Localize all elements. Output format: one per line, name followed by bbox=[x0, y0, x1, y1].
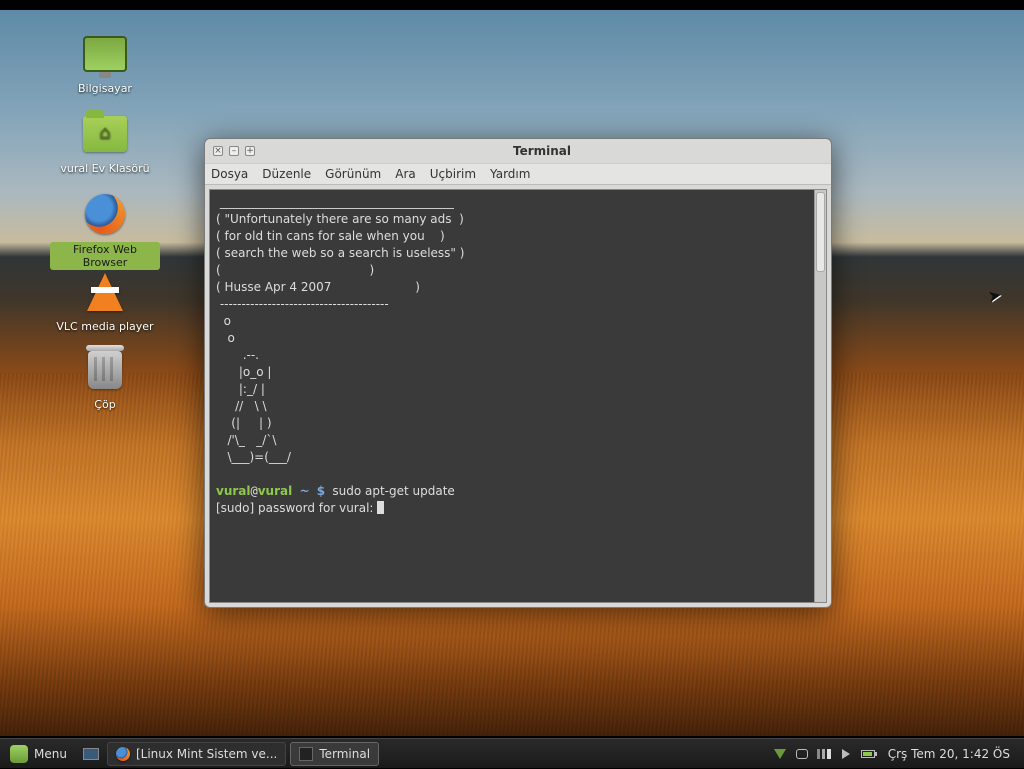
menu-duzenle[interactable]: Düzenle bbox=[262, 167, 311, 181]
monitor-icon bbox=[83, 36, 127, 72]
menu-yardim[interactable]: Yardım bbox=[490, 167, 530, 181]
folder-icon bbox=[83, 116, 127, 152]
window-title: Terminal bbox=[261, 144, 823, 158]
prompt-user: vural bbox=[216, 484, 251, 498]
terminal-command: sudo apt-get update bbox=[332, 484, 454, 498]
menu-button[interactable]: Menu bbox=[0, 739, 77, 769]
desktop-icon-home[interactable]: vural Ev Klasörü bbox=[55, 110, 155, 175]
show-desktop-button[interactable] bbox=[77, 739, 105, 769]
prompt-path: ~ bbox=[299, 484, 309, 498]
menu-gorunum[interactable]: Görünüm bbox=[325, 167, 381, 181]
terminal-menubar: Dosya Düzenle Görünüm Ara Uçbirim Yardım bbox=[205, 163, 831, 185]
tray-update-icon[interactable] bbox=[772, 746, 788, 762]
vlc-icon bbox=[87, 273, 123, 311]
menu-ara[interactable]: Ara bbox=[395, 167, 416, 181]
menu-ucbirim[interactable]: Uçbirim bbox=[430, 167, 476, 181]
desktop-icon-label: Firefox Web Browser bbox=[50, 242, 160, 270]
prompt-symbol: $ bbox=[317, 484, 325, 498]
desktop-icon-vlc[interactable]: VLC media player bbox=[55, 268, 155, 333]
desktop-icon-label: Bilgisayar bbox=[78, 82, 132, 95]
terminal-output[interactable]: _______________________________________ … bbox=[209, 189, 827, 603]
tray-volume-icon[interactable] bbox=[838, 746, 854, 762]
trash-icon bbox=[88, 351, 122, 389]
window-maximize-button[interactable]: + bbox=[245, 146, 255, 156]
firefox-icon bbox=[85, 194, 125, 234]
task-firefox[interactable]: [Linux Mint Sistem ve... bbox=[107, 742, 286, 766]
menu-dosya[interactable]: Dosya bbox=[211, 167, 248, 181]
desktop-icon-trash[interactable]: Çöp bbox=[55, 346, 155, 411]
window-minimize-button[interactable]: – bbox=[229, 146, 239, 156]
task-label: Terminal bbox=[319, 747, 370, 761]
terminal-motd: _______________________________________ … bbox=[216, 195, 464, 464]
tray-chat-icon[interactable] bbox=[794, 746, 810, 762]
task-terminal[interactable]: Terminal bbox=[290, 742, 379, 766]
prompt-host: vural bbox=[258, 484, 293, 498]
scrollbar-thumb[interactable] bbox=[816, 192, 825, 272]
taskbar-clock[interactable]: Çrş Tem 20, 1:42 ÖS bbox=[882, 747, 1016, 761]
mouse-pointer: ➤ bbox=[986, 285, 1003, 306]
taskbar[interactable]: Menu [Linux Mint Sistem ve... Terminal Ç… bbox=[0, 738, 1024, 768]
tray-network-icon[interactable] bbox=[816, 746, 832, 762]
show-desktop-icon bbox=[83, 748, 99, 760]
desktop-icon-label: Çöp bbox=[94, 398, 115, 411]
desktop[interactable]: Bilgisayar vural Ev Klasörü Firefox Web … bbox=[0, 10, 1024, 736]
task-label: [Linux Mint Sistem ve... bbox=[136, 747, 277, 761]
desktop-icon-firefox[interactable]: Firefox Web Browser bbox=[50, 190, 160, 270]
terminal-window[interactable]: × – + Terminal Dosya Düzenle Görünüm Ara… bbox=[204, 138, 832, 608]
menu-label: Menu bbox=[34, 747, 67, 761]
terminal-sudo-line: [sudo] password for vural: bbox=[216, 501, 377, 515]
firefox-icon bbox=[116, 747, 130, 761]
desktop-icon-computer[interactable]: Bilgisayar bbox=[55, 30, 155, 95]
system-tray: Çrş Tem 20, 1:42 ÖS bbox=[772, 746, 1024, 762]
mint-logo-icon bbox=[10, 745, 28, 763]
terminal-icon bbox=[299, 747, 313, 761]
window-close-button[interactable]: × bbox=[213, 146, 223, 156]
window-titlebar[interactable]: × – + Terminal bbox=[205, 139, 831, 163]
desktop-icon-label: VLC media player bbox=[56, 320, 153, 333]
terminal-scrollbar[interactable] bbox=[814, 190, 826, 602]
tray-battery-icon[interactable] bbox=[860, 746, 876, 762]
terminal-cursor bbox=[377, 501, 384, 514]
desktop-icon-label: vural Ev Klasörü bbox=[60, 162, 149, 175]
